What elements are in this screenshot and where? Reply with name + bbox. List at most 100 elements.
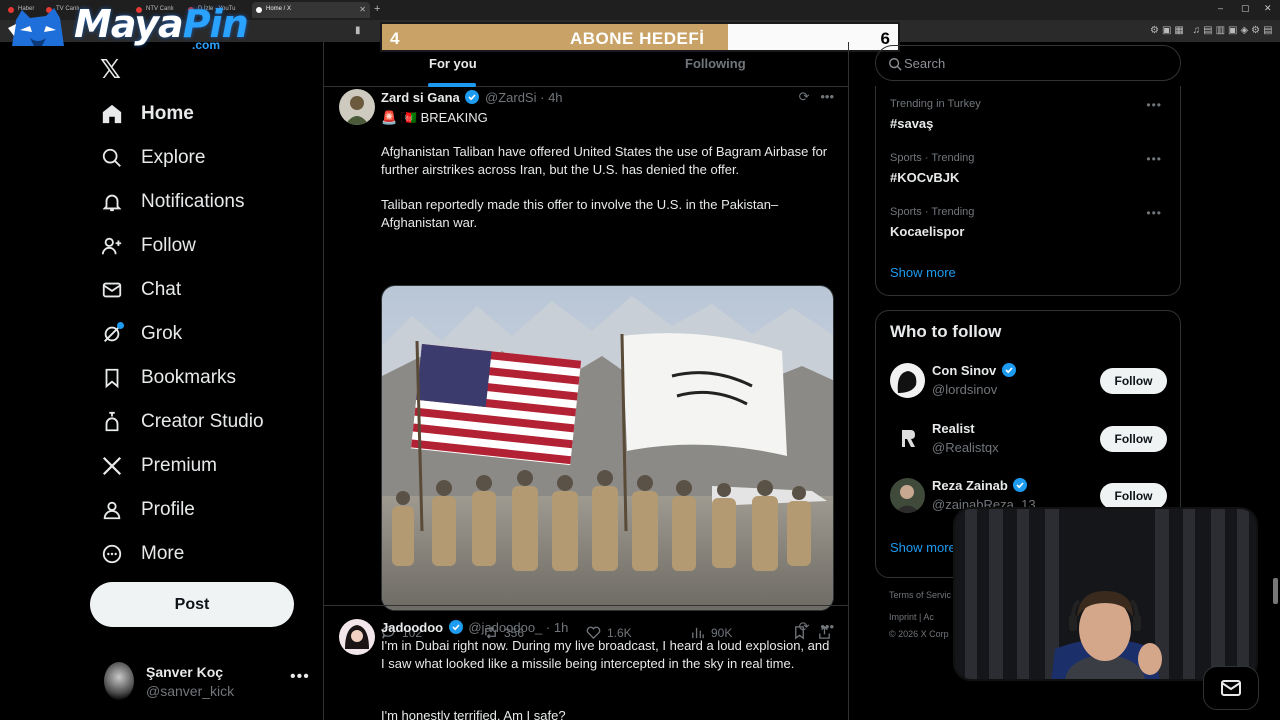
account-switcher[interactable]: Şanver Koç @sanver_kick ••• (104, 660, 314, 704)
brand-suffix: .com (192, 38, 221, 52)
search-box[interactable] (875, 45, 1181, 81)
nav-label: More (141, 543, 185, 564)
messages-drawer-button[interactable] (1203, 666, 1259, 710)
avatar[interactable] (339, 619, 375, 655)
grok-icon[interactable]: ⟳ (799, 619, 810, 634)
mail-icon (96, 274, 128, 306)
trends-panel: Trending in Turkey #savaş ••• Sports · T… (875, 86, 1181, 296)
more-horizontal-icon[interactable]: ••• (1146, 98, 1162, 112)
post-button[interactable]: Post (90, 582, 294, 627)
brand-main: Maya (74, 2, 184, 46)
tab-for-you[interactable]: For you (429, 56, 477, 71)
more-horizontal-icon[interactable]: ••• (290, 668, 310, 686)
nav-item-creator-studio[interactable]: Creator Studio (96, 400, 316, 444)
tab-following[interactable]: Following (685, 56, 746, 71)
nav-label: Follow (141, 235, 196, 256)
trend-item[interactable]: Sports · Trending #KOCvBJK ••• (890, 152, 1170, 185)
nav-item-home[interactable]: Home (96, 92, 316, 136)
tweet-text: Taliban reportedly made this offer to in… (381, 197, 779, 230)
bell-icon (96, 186, 128, 218)
mail-icon (1221, 680, 1241, 696)
trend-context: Trending in Turkey (890, 98, 981, 110)
nav-label: Chat (141, 279, 182, 300)
nav-item-profile[interactable]: Profile (96, 488, 316, 532)
suggestion-name-text: Con Sinov (932, 363, 997, 378)
brand-wordmark: MayaPin (74, 2, 249, 46)
close-window-button[interactable]: ✕ (1264, 3, 1272, 14)
author-handle[interactable]: @jadoodoo_ (468, 620, 542, 635)
avatar[interactable] (890, 363, 925, 398)
verified-badge-icon (448, 620, 463, 634)
bookmark-page-icon[interactable]: ▮ (355, 25, 364, 36)
tweet[interactable]: Zard si Gana @ZardSi · 4h ⟳ ••• 🚨 🇦🇫 BRE… (324, 87, 848, 640)
search-input[interactable] (904, 53, 1164, 73)
minimize-button[interactable]: – (1218, 3, 1223, 13)
trend-item[interactable]: Sports · Trending Kocaelispor ••• (890, 206, 1170, 239)
more-circle-icon (96, 538, 128, 570)
nav-item-notifications[interactable]: Notifications (96, 180, 316, 224)
suggestion-name: Reza Zainab (932, 478, 1029, 493)
avatar[interactable] (890, 421, 925, 456)
trends-show-more-link[interactable]: Show more (890, 265, 956, 280)
author-name[interactable]: Jadoodoo (381, 620, 443, 635)
more-horizontal-icon[interactable]: ••• (1146, 152, 1162, 166)
more-horizontal-icon[interactable]: ••• (820, 619, 834, 634)
tweet-time[interactable]: · 1h (546, 620, 568, 635)
home-icon (96, 98, 128, 130)
trend-title: #savaş (890, 116, 934, 131)
footer-imprint-link[interactable]: Imprint | Ac (889, 612, 934, 622)
follow-suggestion[interactable]: Realist @Realistqx Follow (890, 421, 1170, 459)
nav-item-follow[interactable]: Follow (96, 224, 316, 268)
who-to-follow-show-more-link[interactable]: Show more (890, 540, 956, 555)
trend-item[interactable]: Trending in Turkey #savaş ••• (890, 98, 1170, 131)
footer-terms-link[interactable]: Terms of Servic (889, 590, 951, 600)
follow-button[interactable]: Follow (1100, 483, 1167, 509)
verified-badge-icon (1013, 478, 1028, 492)
browser-tab-active[interactable]: Home / X ✕ (252, 2, 370, 18)
nav-item-explore[interactable]: Explore (96, 136, 316, 180)
x-logo-icon[interactable]: 𝕏 (100, 54, 121, 85)
avatar[interactable] (890, 478, 925, 513)
creator-studio-icon (96, 406, 128, 438)
nav-label: Premium (141, 455, 218, 476)
tweet-media-image[interactable] (381, 285, 834, 611)
new-tab-button[interactable]: + (374, 3, 380, 15)
tweet[interactable]: Jadoodoo @jadoodoo_ · 1h ⟳ ••• I'm in Du… (324, 617, 848, 720)
nav-label: Bookmarks (141, 367, 237, 388)
nav-label: Grok (141, 323, 183, 344)
tweet-tag-line: 🚨 🇦🇫 BREAKING (381, 110, 488, 125)
who-to-follow-title: Who to follow (890, 322, 1002, 341)
panther-logo-icon (8, 8, 64, 46)
timeline-tabs: For you Following (324, 42, 848, 87)
grok-icon[interactable]: ⟳ (799, 89, 810, 104)
tweet-time[interactable]: · 4h (540, 90, 562, 105)
tweet-text: Afghanistan Taliban have offered United … (381, 144, 828, 177)
avatar[interactable] (339, 89, 375, 125)
nav-label: Home (141, 103, 194, 124)
scrollbar-thumb[interactable] (1273, 578, 1278, 604)
nav-item-grok[interactable]: Grok (96, 312, 316, 356)
webcam-overlay (953, 507, 1258, 681)
follow-button[interactable]: Follow (1100, 426, 1167, 452)
nav-item-bookmarks[interactable]: Bookmarks (96, 356, 316, 400)
person-add-icon (96, 230, 128, 262)
follow-suggestion[interactable]: Con Sinov @lordsinov Follow (890, 363, 1170, 401)
more-horizontal-icon[interactable]: ••• (1146, 206, 1162, 220)
main-timeline: For you Following Zard si Gana @ZardSi ·… (323, 42, 849, 720)
x-favicon-icon (256, 7, 262, 13)
suggestion-handle: @lordsinov (932, 382, 998, 397)
trend-title: Kocaelispor (890, 224, 965, 239)
more-horizontal-icon[interactable]: ••• (820, 89, 834, 104)
nav-item-chat[interactable]: Chat (96, 268, 316, 312)
author-name[interactable]: Zard si Gana (381, 90, 460, 105)
search-icon (889, 58, 902, 71)
follow-button[interactable]: Follow (1100, 368, 1167, 394)
avatar (104, 662, 134, 700)
nav-item-more[interactable]: More (96, 532, 316, 576)
author-handle[interactable]: @ZardSi (485, 90, 537, 105)
tweet-header: Zard si Gana @ZardSi · 4h (381, 90, 563, 105)
maximize-button[interactable]: ▢ (1241, 3, 1250, 14)
nav-item-premium[interactable]: Premium (96, 444, 316, 488)
close-tab-icon[interactable]: ✕ (359, 5, 366, 14)
extension-icons[interactable]: ⚙▣▦ ♫▤▥▣◈⚙▤ (1150, 25, 1276, 36)
